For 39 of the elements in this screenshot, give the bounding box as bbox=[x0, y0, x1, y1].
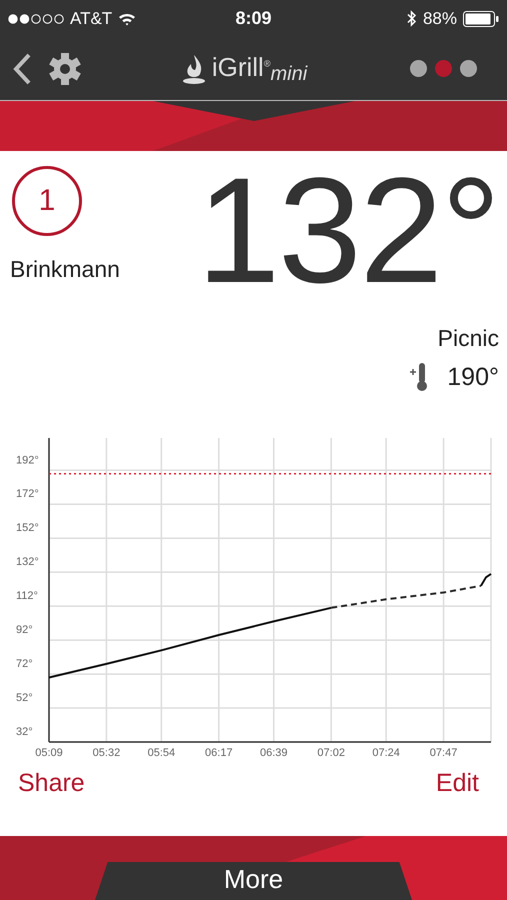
clock-time: 8:09 bbox=[235, 8, 272, 29]
axis-label: 05:09 bbox=[35, 747, 63, 759]
more-button[interactable]: More bbox=[95, 862, 412, 900]
probe-number[interactable]: 1 bbox=[12, 166, 82, 236]
back-icon[interactable] bbox=[12, 52, 32, 84]
share-link[interactable]: Share bbox=[18, 769, 85, 836]
axis-label: 05:54 bbox=[148, 747, 176, 759]
target-temperature: 190° bbox=[447, 362, 499, 392]
axis-label: 07:24 bbox=[372, 747, 400, 759]
current-temperature: 132° bbox=[196, 155, 499, 305]
axis-label: 92° bbox=[16, 624, 33, 636]
page-dot[interactable] bbox=[435, 60, 452, 77]
settings-icon[interactable] bbox=[48, 52, 82, 86]
battery-percent: 88% bbox=[422, 8, 457, 28]
thermometer-icon bbox=[409, 362, 430, 392]
axis-label: 172° bbox=[16, 488, 39, 500]
axis-label: 05:32 bbox=[92, 747, 120, 759]
axis-label: 52° bbox=[16, 692, 33, 704]
axis-label: 152° bbox=[16, 522, 39, 534]
bluetooth-icon bbox=[406, 10, 417, 27]
axis-label: 72° bbox=[16, 658, 33, 670]
axis-label: 132° bbox=[16, 556, 39, 568]
preset-name: Picnic bbox=[438, 325, 499, 352]
carrier-name: AT&T bbox=[70, 8, 112, 28]
page-dot[interactable] bbox=[410, 60, 427, 77]
flame-icon bbox=[182, 52, 206, 84]
axis-label: 06:17 bbox=[205, 747, 233, 759]
axis-label: 07:47 bbox=[430, 747, 458, 759]
axis-label: 112° bbox=[16, 590, 38, 602]
axis-label: 192° bbox=[16, 454, 39, 466]
battery-icon bbox=[463, 10, 499, 26]
signal-icon bbox=[8, 14, 64, 24]
axis-label: 32° bbox=[16, 726, 33, 738]
wifi-icon bbox=[118, 12, 136, 26]
axis-label: 06:39 bbox=[260, 747, 288, 759]
page-dot[interactable] bbox=[460, 60, 477, 77]
edit-link[interactable]: Edit bbox=[436, 769, 479, 836]
axis-label: 07:02 bbox=[317, 747, 345, 759]
probe-name: Brinkmann bbox=[10, 256, 121, 283]
